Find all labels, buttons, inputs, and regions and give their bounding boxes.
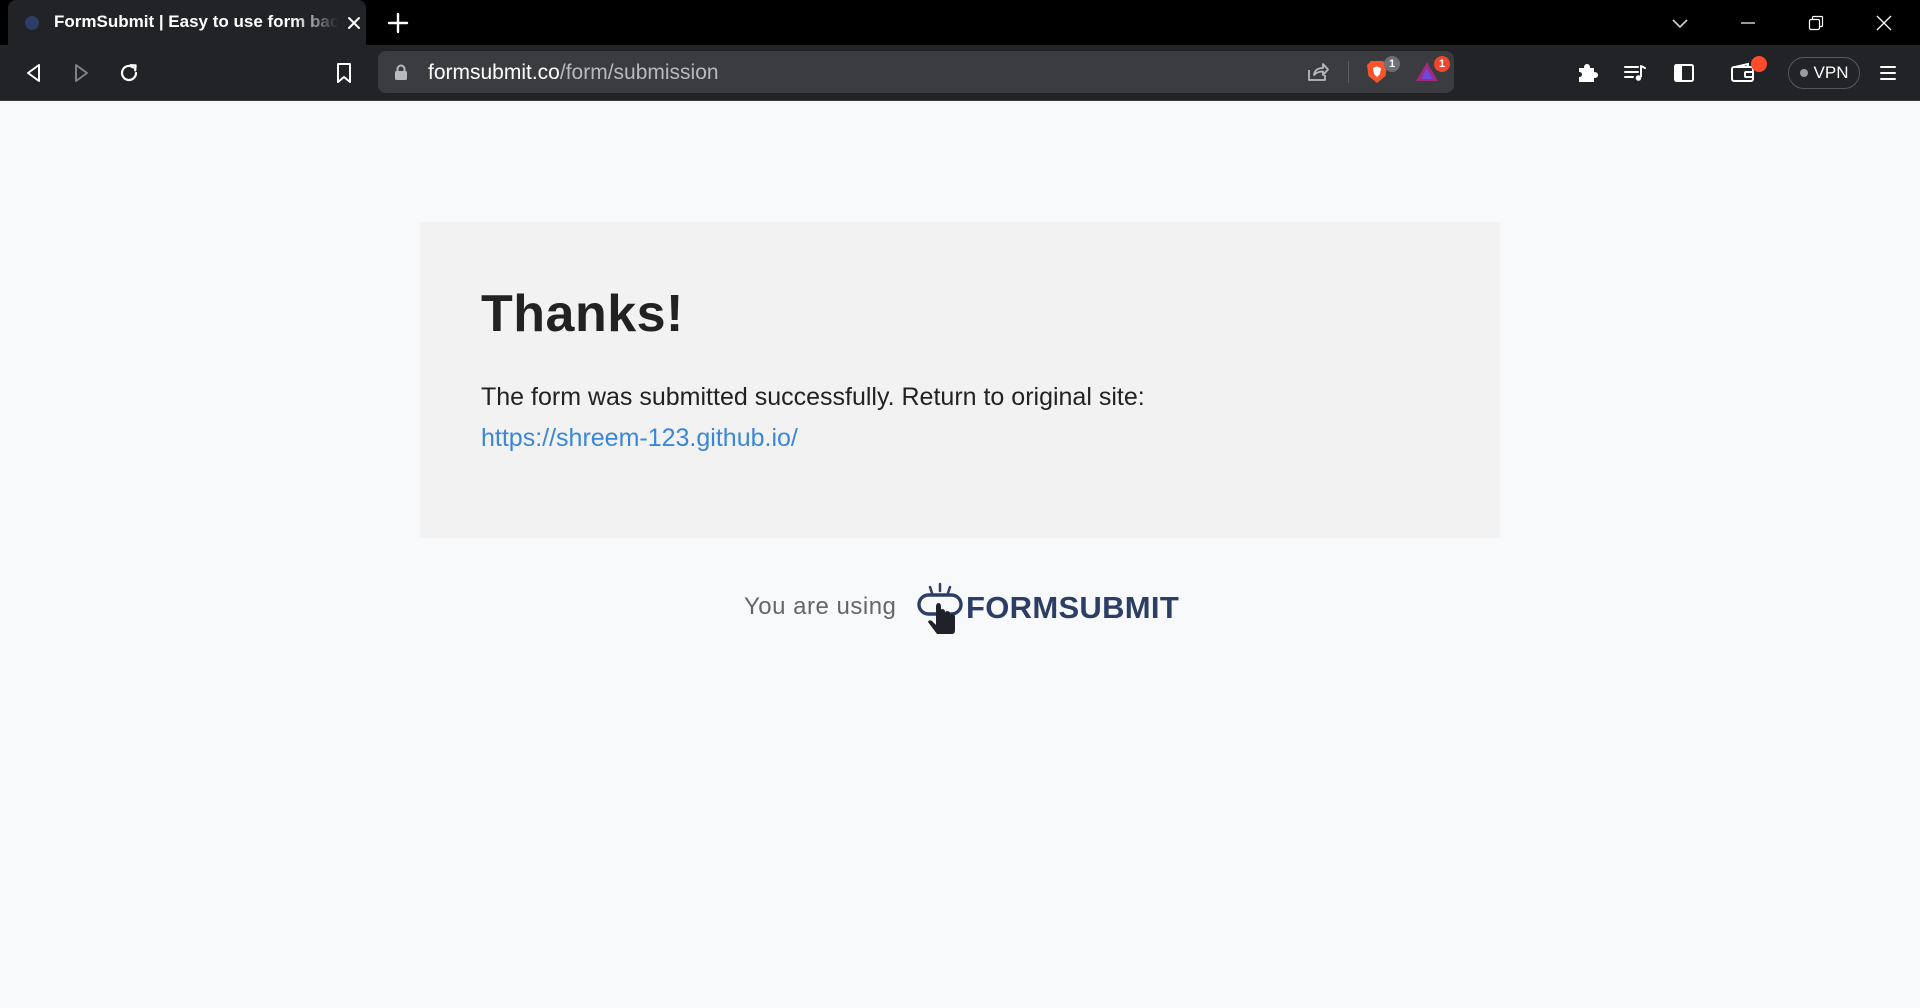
shields-count-badge: 1 [1384,56,1400,72]
address-bar[interactable]: formsubmit.co/form/submission 1 1 [378,51,1454,93]
active-tab[interactable]: FormSubmit | Easy to use form backend [8,0,366,45]
chevron-down-icon [1672,18,1688,28]
menu-button[interactable] [1874,59,1902,87]
back-button[interactable] [20,59,48,87]
vpn-label: VPN [1813,63,1849,82]
restore-icon [1808,15,1824,30]
close-tab-icon[interactable] [344,13,364,33]
forward-icon [75,64,88,82]
url-host: formsubmit.co [428,61,560,84]
favicon-icon [25,16,39,30]
close-icon [1876,15,1892,30]
browser-toolbar: formsubmit.co/form/submission 1 1 VPN [0,45,1920,101]
formsubmit-logo-text[interactable]: FORMSUBMIT [966,590,1179,626]
sidebar-icon [1674,64,1694,82]
hamburger-menu-icon [1880,66,1896,80]
vpn-button[interactable]: VPN [1788,57,1860,89]
return-link[interactable]: https://shreem-123.github.io/ [481,418,798,459]
forward-button[interactable] [67,59,95,87]
extensions-button[interactable] [1573,59,1601,87]
lock-icon[interactable] [394,64,408,81]
bookmark-icon [337,63,351,83]
minimize-button[interactable] [1714,0,1782,45]
success-message: The form was submitted successfully. Ret… [481,383,1145,411]
tab-search-button[interactable] [1646,0,1714,45]
page-content: Thanks! The form was submitted successfu… [0,102,1920,1008]
tab-strip: FormSubmit | Easy to use form backend [0,0,1920,45]
minimize-icon [1741,21,1755,24]
formsubmit-logo-icon[interactable] [916,581,966,637]
playlist-button[interactable] [1621,59,1649,87]
reload-icon [120,64,138,82]
back-icon [27,64,40,82]
url-text[interactable]: formsubmit.co/form/submission [428,61,719,85]
url-path: /form/submission [559,61,719,84]
vpn-status-dot [1799,69,1808,77]
footer-label: You are using [744,593,897,620]
wallet-notification-dot [1751,56,1767,72]
playlist-icon [1624,65,1646,81]
omnibox-divider [1348,61,1349,83]
sidebar-button[interactable] [1670,59,1698,87]
rewards-count-badge: 1 [1434,56,1450,72]
tab-title: FormSubmit | Easy to use form backend [54,12,338,31]
bookmark-button[interactable] [330,59,358,87]
new-tab-icon[interactable] [386,11,410,35]
reload-button[interactable] [115,59,143,87]
close-window-button[interactable] [1850,0,1918,45]
confirmation-card: Thanks! The form was submitted successfu… [420,222,1500,538]
restore-button[interactable] [1782,0,1850,45]
puzzle-icon [1579,64,1598,82]
page-title: Thanks! [481,285,684,343]
share-icon[interactable] [1306,61,1330,83]
